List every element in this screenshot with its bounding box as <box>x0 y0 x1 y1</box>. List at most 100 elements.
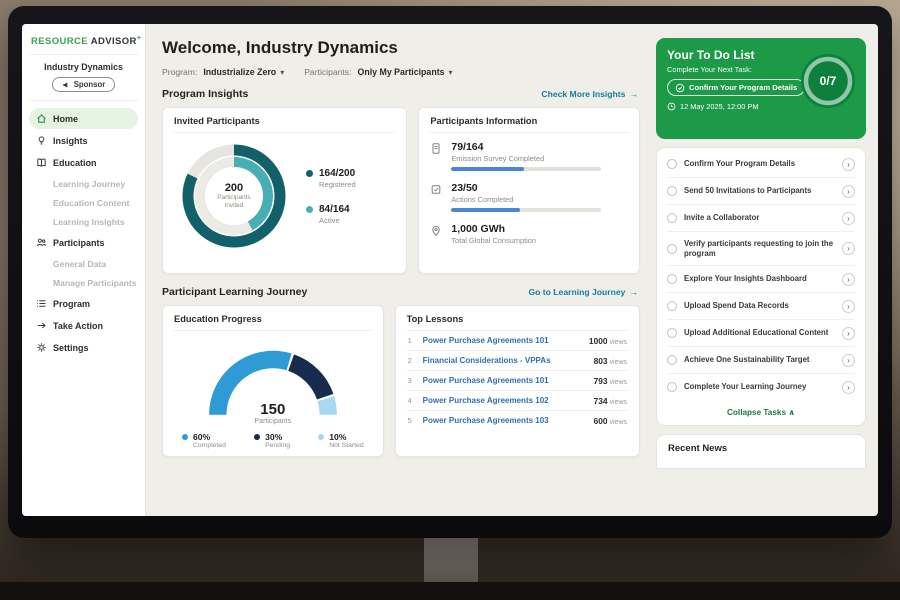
lesson-rank: 2 <box>408 356 416 365</box>
task-row: Send 50 Invitations to Participants › <box>667 178 855 205</box>
sidebar-item-program[interactable]: Program <box>29 293 138 314</box>
sidebar-item-take-action[interactable]: Take Action <box>29 315 138 336</box>
insights-icon <box>36 135 47 146</box>
sidebar-item-label: Education <box>53 158 97 168</box>
task-chevron-button[interactable]: › <box>842 327 855 340</box>
collapse-tasks-link[interactable]: Collapse Tasks ∧ <box>667 400 855 421</box>
lesson-views: 793 views <box>594 376 627 386</box>
check-circle-icon <box>675 83 685 93</box>
top-lessons-card: Top Lessons 1 Power Purchase Agreements … <box>395 305 640 457</box>
sidebar-item-label: Insights <box>53 136 88 146</box>
lesson-link[interactable]: Financial Considerations - VPPAs <box>423 356 587 365</box>
sidebar-item-education[interactable]: Education <box>29 152 138 173</box>
gauge-center-value: 150 <box>193 401 353 418</box>
sidebar-item-insights[interactable]: Insights <box>29 130 138 151</box>
legend-pending: 30%Pending <box>254 432 290 449</box>
learning-journey-title: Participant Learning Journey <box>162 286 307 298</box>
task-chevron-button[interactable]: › <box>842 354 855 367</box>
task-chevron-button[interactable]: › <box>842 300 855 313</box>
lesson-views: 734 views <box>594 396 627 406</box>
next-task-label: Confirm Your Program Details <box>689 83 797 92</box>
task-row: Complete Your Learning Journey › <box>667 374 855 400</box>
sidebar-item-label: Program <box>53 299 90 309</box>
task-chevron-button[interactable]: › <box>842 381 855 394</box>
education-gauge-chart: 150 Participants <box>193 335 353 427</box>
card-title: Invited Participants <box>174 116 395 133</box>
arrow-right-icon: → <box>629 287 638 297</box>
sidebar-item-manage-participants[interactable]: Manage Participants <box>29 273 138 292</box>
legend-dot <box>254 434 260 440</box>
recent-news-card: Recent News <box>656 434 866 469</box>
task-label: Upload Spend Data Records <box>684 301 835 311</box>
legend-registered: 164/200Registered <box>306 168 356 189</box>
check-more-insights-link[interactable]: Check More Insights → <box>541 89 638 99</box>
sidebar-item-general-data[interactable]: General Data <box>29 254 138 273</box>
app-logo: RESOURCE ADVISOR+ <box>29 33 138 55</box>
task-chevron-button[interactable]: › <box>842 273 855 286</box>
task-checkbox[interactable] <box>667 159 677 169</box>
task-checkbox[interactable] <box>667 244 677 254</box>
task-row: Invite a Collaborator › <box>667 205 855 232</box>
task-checkbox[interactable] <box>667 355 677 365</box>
task-checkbox[interactable] <box>667 328 677 338</box>
arrow-right-icon: → <box>629 89 638 99</box>
next-task-pill[interactable]: Confirm Your Program Details <box>667 79 805 96</box>
lesson-rank: 1 <box>408 336 416 345</box>
program-insights-title: Program Insights <box>162 88 248 100</box>
sidebar-item-learning-insights[interactable]: Learning Insights <box>29 212 138 231</box>
lesson-row: 5 Power Purchase Agreements 103 600 view… <box>407 411 628 430</box>
metric-consumption: 1,000 GWh Total Global Consumption <box>430 223 628 245</box>
participants-dropdown[interactable]: Only My Participants ▾ <box>358 67 453 77</box>
lesson-row: 3 Power Purchase Agreements 101 793 view… <box>407 371 628 391</box>
task-chevron-button[interactable]: › <box>842 185 855 198</box>
lesson-rank: 5 <box>408 416 416 425</box>
program-dropdown-value: Industrialize Zero <box>203 67 276 77</box>
progress-bar <box>451 167 601 171</box>
monitor: RESOURCE ADVISOR+ Industry Dynamics Spon… <box>8 6 892 538</box>
recent-news-title: Recent News <box>668 443 854 454</box>
task-checkbox[interactable] <box>667 382 677 392</box>
sidebar-item-settings[interactable]: Settings <box>29 337 138 358</box>
task-checkbox[interactable] <box>667 213 677 223</box>
task-chevron-button[interactable]: › <box>842 212 855 225</box>
sidebar-item-participants[interactable]: Participants <box>29 232 138 253</box>
sponsor-badge[interactable]: Sponsor <box>52 77 116 92</box>
sidebar-item-education-content[interactable]: Education Content <box>29 193 138 212</box>
book-icon <box>36 157 47 168</box>
participants-information-card: Participants Information 79/164 Emission… <box>418 107 640 274</box>
link-label: Check More Insights <box>541 89 625 99</box>
task-row: Confirm Your Program Details › <box>667 151 855 178</box>
todo-progress-value: 0/7 <box>820 74 837 88</box>
list-icon <box>36 298 47 309</box>
task-label: Verify participants requesting to join t… <box>684 239 835 259</box>
desk-background: RESOURCE ADVISOR+ Industry Dynamics Spon… <box>0 0 900 600</box>
todo-progress-ring: 0/7 <box>801 54 855 108</box>
lesson-rank: 3 <box>408 376 416 385</box>
task-row: Explore Your Insights Dashboard › <box>667 266 855 293</box>
task-checkbox[interactable] <box>667 274 677 284</box>
task-row: Upload Spend Data Records › <box>667 293 855 320</box>
task-checkbox[interactable] <box>667 186 677 196</box>
invited-donut-chart: 200 Participants Invited <box>178 140 290 252</box>
lesson-link[interactable]: Power Purchase Agreements 102 <box>423 396 587 405</box>
lesson-link[interactable]: Power Purchase Agreements 101 <box>423 336 582 345</box>
progress-bar <box>451 208 601 212</box>
lesson-link[interactable]: Power Purchase Agreements 101 <box>423 376 587 385</box>
education-progress-card: Education Progress 150 Participants <box>162 305 384 457</box>
program-dropdown[interactable]: Industrialize Zero ▾ <box>203 67 284 77</box>
lesson-link[interactable]: Power Purchase Agreements 103 <box>423 416 587 425</box>
donut-center-label: Participants Invited <box>212 194 256 210</box>
sidebar-item-learning-journey[interactable]: Learning Journey <box>29 174 138 193</box>
card-title: Participants Information <box>430 116 628 133</box>
sidebar-item-home[interactable]: Home <box>29 108 138 129</box>
collapse-label: Collapse Tasks <box>727 408 786 417</box>
card-title: Education Progress <box>174 314 372 331</box>
chevron-down-icon: ▾ <box>449 68 453 77</box>
go-to-learning-journey-link[interactable]: Go to Learning Journey → <box>528 287 638 297</box>
metric-emission-survey: 79/164 Emission Survey Completed <box>430 141 628 171</box>
task-checkbox[interactable] <box>667 301 677 311</box>
metric-actions-completed: 23/50 Actions Completed <box>430 182 628 212</box>
task-chevron-button[interactable]: › <box>842 158 855 171</box>
task-chevron-button[interactable]: › <box>842 242 855 255</box>
location-pin-icon <box>430 223 443 245</box>
